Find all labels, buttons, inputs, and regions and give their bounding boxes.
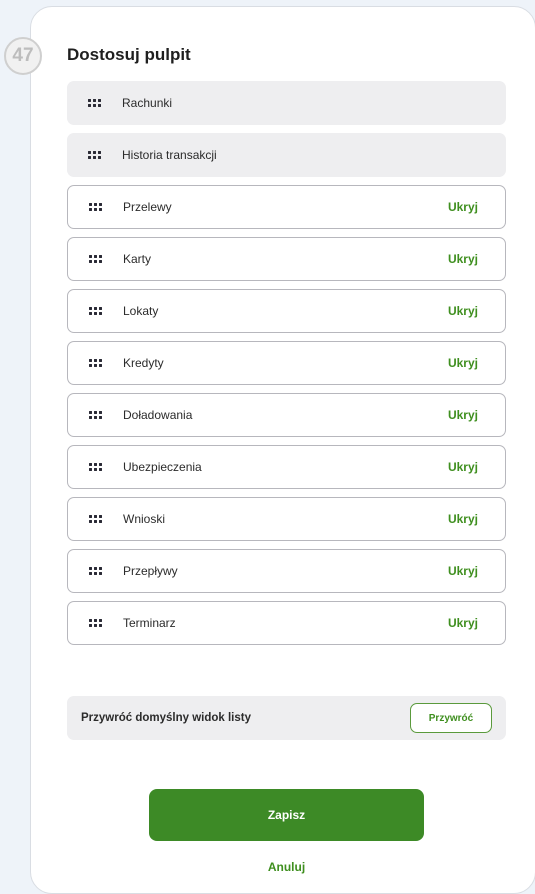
drag-handle-icon[interactable] <box>89 359 103 367</box>
drag-handle-icon[interactable] <box>89 619 103 627</box>
hide-button[interactable]: Ukryj <box>448 616 478 630</box>
drag-handle-icon[interactable] <box>89 515 103 523</box>
list-item-ubezpieczenia[interactable]: Ubezpieczenia Ukryj <box>67 445 506 489</box>
list-item-karty[interactable]: Karty Ukryj <box>67 237 506 281</box>
save-button[interactable]: Zapisz <box>149 789 424 841</box>
list-item-label: Przelewy <box>123 200 172 214</box>
list-item-terminarz[interactable]: Terminarz Ukryj <box>67 601 506 645</box>
drag-handle-icon[interactable] <box>88 99 102 107</box>
list-item-label: Kredyty <box>123 356 164 370</box>
restore-default-panel: Przywróć domyślny widok listy Przywróć <box>67 696 506 740</box>
hide-button[interactable]: Ukryj <box>448 356 478 370</box>
drag-handle-icon[interactable] <box>89 463 103 471</box>
restore-default-label: Przywróć domyślny widok listy <box>81 712 251 724</box>
list-item-przeplywy[interactable]: Przepływy Ukryj <box>67 549 506 593</box>
hide-button[interactable]: Ukryj <box>448 200 478 214</box>
hide-button[interactable]: Ukryj <box>448 564 478 578</box>
list-item-fixed-rachunki[interactable]: Rachunki <box>67 81 506 125</box>
hide-button[interactable]: Ukryj <box>448 512 478 526</box>
drag-handle-icon[interactable] <box>89 307 103 315</box>
list-item-kredyty[interactable]: Kredyty Ukryj <box>67 341 506 385</box>
list-item-label: Doładowania <box>123 408 193 422</box>
list-item-label: Wnioski <box>123 512 166 526</box>
cancel-link[interactable]: Anuluj <box>149 860 424 874</box>
drag-handle-icon[interactable] <box>89 255 103 263</box>
hide-button[interactable]: Ukryj <box>448 408 478 422</box>
drag-handle-icon[interactable] <box>89 203 103 211</box>
customize-dashboard-dialog: Dostosuj pulpit Rachunki Historia transa… <box>30 6 535 894</box>
hide-button[interactable]: Ukryj <box>448 252 478 266</box>
list-item-doladowania[interactable]: Doładowania Ukryj <box>67 393 506 437</box>
dialog-title: Dostosuj pulpit <box>67 45 191 64</box>
list-item-wnioski[interactable]: Wnioski Ukryj <box>67 497 506 541</box>
list-item-label: Karty <box>123 252 152 266</box>
list-item-lokaty[interactable]: Lokaty Ukryj <box>67 289 506 333</box>
list-item-fixed-historia[interactable]: Historia transakcji <box>67 133 506 177</box>
drag-handle-icon[interactable] <box>89 411 103 419</box>
drag-handle-icon[interactable] <box>89 567 103 575</box>
step-number-badge: 47 <box>4 37 42 75</box>
list-item-label: Historia transakcji <box>122 148 217 162</box>
list-item-label: Terminarz <box>123 616 176 630</box>
list-item-przelewy[interactable]: Przelewy Ukryj <box>67 185 506 229</box>
restore-button[interactable]: Przywróć <box>410 703 492 733</box>
list-item-label: Ubezpieczenia <box>123 460 202 474</box>
drag-handle-icon[interactable] <box>88 151 102 159</box>
list-item-label: Przepływy <box>123 564 178 578</box>
hide-button[interactable]: Ukryj <box>448 304 478 318</box>
list-item-label: Rachunki <box>122 96 173 110</box>
list-item-label: Lokaty <box>123 304 159 318</box>
hide-button[interactable]: Ukryj <box>448 460 478 474</box>
